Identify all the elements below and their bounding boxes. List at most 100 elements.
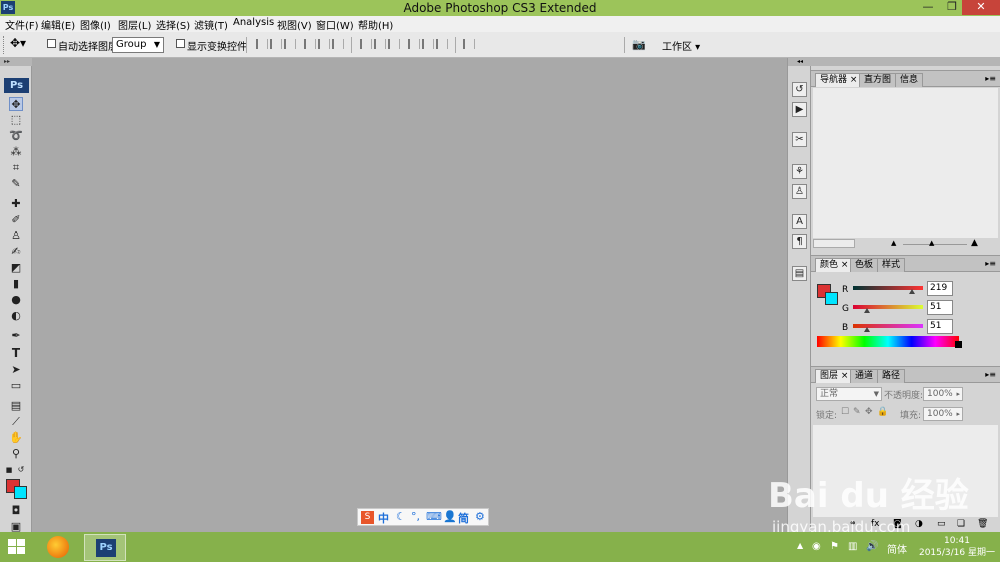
channel-r-value[interactable]: 219 — [927, 281, 953, 296]
channel-g-slider[interactable] — [811, 303, 996, 313]
menu-edit[interactable]: 编辑(E) — [41, 17, 75, 32]
bridge-icon[interactable]: 📷 — [632, 38, 648, 51]
menu-image[interactable]: 图像(I) — [80, 17, 111, 32]
zoom-field[interactable] — [813, 239, 855, 248]
healing-brush-icon[interactable]: ✚ — [9, 197, 23, 211]
move-tool-preset-icon[interactable]: ✥▾ — [10, 36, 36, 54]
fill-field[interactable]: 100% ▸ — [923, 407, 963, 421]
dodge-icon[interactable]: ◐ — [9, 309, 23, 323]
ime-settings-icon[interactable]: ⚙ — [475, 510, 485, 523]
move-icon[interactable]: ✥ — [9, 97, 23, 111]
clone-stamp-icon[interactable]: ♙ — [9, 229, 23, 243]
tab-swatches[interactable]: 色板 — [850, 258, 879, 272]
layer-comps-icon[interactable]: ▤ — [792, 266, 807, 281]
options-grip[interactable] — [3, 36, 6, 54]
hand-icon[interactable]: ✋ — [9, 431, 23, 445]
menu-help[interactable]: 帮助(H) — [358, 17, 393, 32]
gradient-icon[interactable]: ▮ — [9, 277, 23, 291]
align-bottom-icon[interactable] — [284, 39, 296, 49]
tab-channels[interactable]: 通道 — [850, 369, 879, 383]
character-panel-icon[interactable]: A — [792, 214, 807, 229]
distribute-left-icon[interactable] — [408, 39, 420, 49]
restore-icon[interactable]: ❐ — [940, 0, 964, 15]
blur-icon[interactable]: ● — [9, 293, 23, 307]
lock-all-icon[interactable]: 🔒 — [877, 407, 888, 417]
magic-wand-icon[interactable]: ⁂ — [9, 145, 23, 159]
quick-mask-icon[interactable]: ◘ — [9, 504, 23, 518]
history-brush-icon[interactable]: ✍ — [9, 245, 23, 259]
distribute-bottom-icon[interactable] — [388, 39, 400, 49]
tab-styles[interactable]: 样式 — [877, 258, 906, 272]
marquee-icon[interactable]: ⬚ — [9, 113, 23, 127]
distribute-vcenter-icon[interactable] — [374, 39, 386, 49]
history-panel-icon[interactable]: ↺ — [792, 82, 807, 97]
photoshop-badge-icon[interactable]: Ps — [4, 78, 29, 93]
tab-histogram[interactable]: 直方图 — [859, 73, 897, 87]
auto-select-dropdown[interactable]: Group ▼ — [112, 37, 164, 53]
align-hcenter-icon[interactable] — [318, 39, 330, 49]
distribute-right-icon[interactable] — [436, 39, 448, 49]
align-right-icon[interactable] — [332, 39, 344, 49]
pen-icon[interactable]: ✒ — [9, 329, 23, 343]
blend-mode-dropdown[interactable]: 正常 ▼ — [816, 387, 882, 401]
toolbox-collapse-icon[interactable]: ▸▸ — [0, 58, 32, 66]
distribute-hcenter-icon[interactable] — [422, 39, 434, 49]
tab-paths[interactable]: 路径 — [877, 369, 906, 383]
default-colors-icon[interactable]: ■ — [4, 463, 14, 477]
align-left-icon[interactable] — [304, 39, 316, 49]
menu-filter[interactable]: 滤镜(T) — [194, 17, 228, 32]
distribute-top-icon[interactable] — [360, 39, 372, 49]
notes-icon[interactable]: ▤ — [9, 399, 23, 413]
actions-panel-icon[interactable]: ▶ — [792, 102, 807, 117]
dock-collapse-icon[interactable]: ◂◂ — [788, 58, 812, 66]
tool-presets-icon[interactable]: ✂ — [792, 132, 807, 147]
lock-pixels-icon[interactable]: ✎ — [853, 407, 861, 417]
color-spectrum-bar[interactable] — [817, 336, 959, 347]
tray-network-icon[interactable]: ▥ — [848, 541, 857, 552]
lock-position-icon[interactable]: ✥ — [865, 407, 873, 417]
channel-r-slider[interactable] — [811, 284, 996, 294]
panel-menu-icon[interactable]: ▸≡ — [985, 370, 996, 379]
tray-language[interactable]: 简体 — [887, 541, 907, 556]
clone-source-icon[interactable]: ♙ — [792, 184, 807, 199]
tray-expand-icon[interactable]: ▲ — [797, 541, 803, 550]
swap-colors-icon[interactable]: ↺ — [16, 463, 26, 477]
canvas-workspace[interactable] — [33, 58, 787, 532]
taskbar-photoshop[interactable]: Ps — [84, 534, 126, 561]
crop-icon[interactable]: ⌗ — [9, 161, 23, 175]
taskbar-clock[interactable]: 10:41 2015/3/16 星期一 — [917, 535, 997, 559]
zoom-out-icon[interactable]: ▲ — [891, 239, 896, 247]
lock-transparency-icon[interactable]: ☐ — [841, 407, 849, 417]
show-transform-checkbox[interactable] — [176, 39, 185, 48]
menu-window[interactable]: 窗口(W) — [316, 17, 354, 32]
minimize-icon[interactable]: — — [916, 0, 940, 15]
lasso-icon[interactable]: ➰ — [9, 129, 23, 143]
menu-analysis[interactable]: Analysis — [233, 17, 274, 28]
panels-collapse-icon[interactable] — [811, 58, 1000, 66]
menu-select[interactable]: 选择(S) — [156, 17, 190, 32]
eyedropper-icon[interactable]: ⟋ — [9, 415, 23, 429]
ime-keyboard-icon[interactable]: ⌨ — [426, 510, 442, 523]
spectrum-black-swatch[interactable] — [955, 341, 962, 348]
taskbar-firefox[interactable] — [37, 534, 79, 561]
brushes-panel-icon[interactable]: ⚘ — [792, 164, 807, 179]
channel-b-value[interactable]: 51 — [927, 319, 953, 334]
eraser-icon[interactable]: ◩ — [9, 261, 23, 275]
menu-file[interactable]: 文件(F) — [5, 17, 39, 32]
auto-align-icon[interactable] — [463, 39, 475, 49]
slice-icon[interactable]: ✎ — [9, 177, 23, 191]
align-vcenter-icon[interactable] — [270, 39, 282, 49]
menu-view[interactable]: 视图(V) — [277, 17, 312, 32]
panel-menu-icon[interactable]: ▸≡ — [985, 259, 996, 268]
tab-info[interactable]: 信息 — [895, 73, 924, 87]
ime-punctuation-icon[interactable]: °, — [411, 510, 420, 523]
ime-mode-toggle[interactable]: 中 — [378, 510, 389, 526]
zoom-icon[interactable]: ⚲ — [9, 447, 23, 461]
path-selection-icon[interactable]: ➤ — [9, 363, 23, 377]
align-top-icon[interactable] — [256, 39, 268, 49]
tab-navigator[interactable]: 导航器 × — [815, 73, 863, 87]
close-icon[interactable]: ✕ — [962, 0, 1000, 15]
windows-start-icon[interactable] — [8, 539, 26, 555]
zoom-slider-thumb[interactable]: ▲ — [929, 239, 934, 247]
auto-select-checkbox[interactable] — [47, 39, 56, 48]
